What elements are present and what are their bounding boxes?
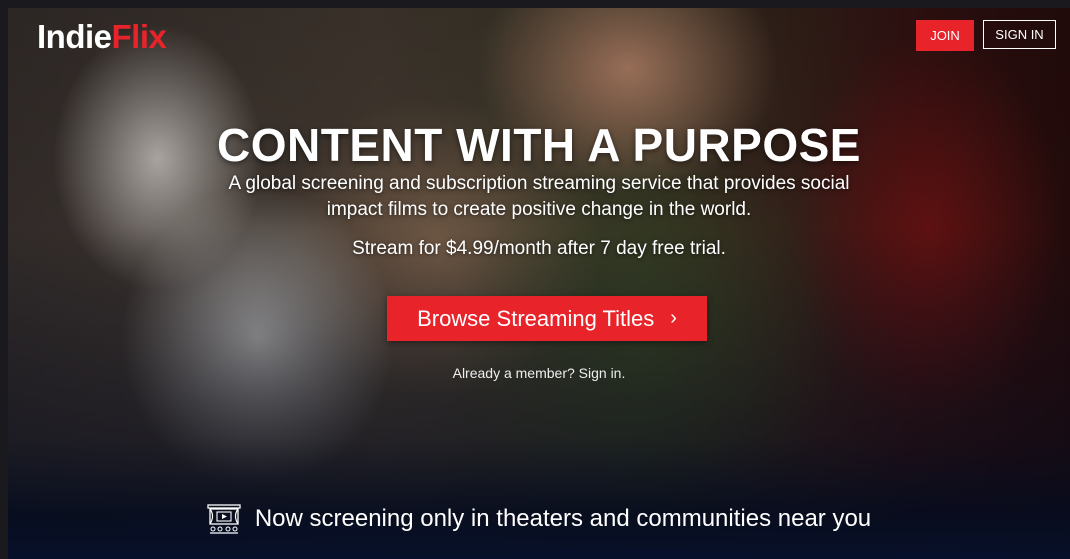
join-button[interactable]: JOIN: [916, 20, 974, 51]
hero-title: CONTENT WITH A PURPOSE: [217, 119, 861, 171]
already-member-sign-in-link[interactable]: Already a member? Sign in.: [8, 365, 1070, 381]
chevron-right-icon: ›: [670, 307, 677, 329]
indieflix-logo[interactable]: IndieFlix: [37, 18, 167, 56]
hero-subtitle: A global screening and subscription stre…: [228, 173, 850, 220]
pricing-text: Stream for $4.99/month after 7 day free …: [352, 238, 726, 259]
hero-background-image: [8, 8, 1070, 559]
screening-banner-text: Now screening only in theaters and commu…: [254, 505, 872, 532]
hero-section: IndieFlix JOIN SIGN IN CONTENT WITH A PU…: [8, 8, 1070, 559]
theater-icon: [207, 504, 241, 534]
logo-text-flix: Flix: [111, 18, 167, 55]
logo-text-indie: Indie: [37, 18, 112, 55]
browse-button-label: Browse Streaming Titles: [417, 305, 655, 331]
sign-in-button[interactable]: SIGN IN: [983, 20, 1056, 49]
browse-streaming-titles-button[interactable]: Browse Streaming Titles ›: [387, 296, 707, 341]
screening-banner: Now screening only in theaters and commu…: [8, 504, 1070, 534]
